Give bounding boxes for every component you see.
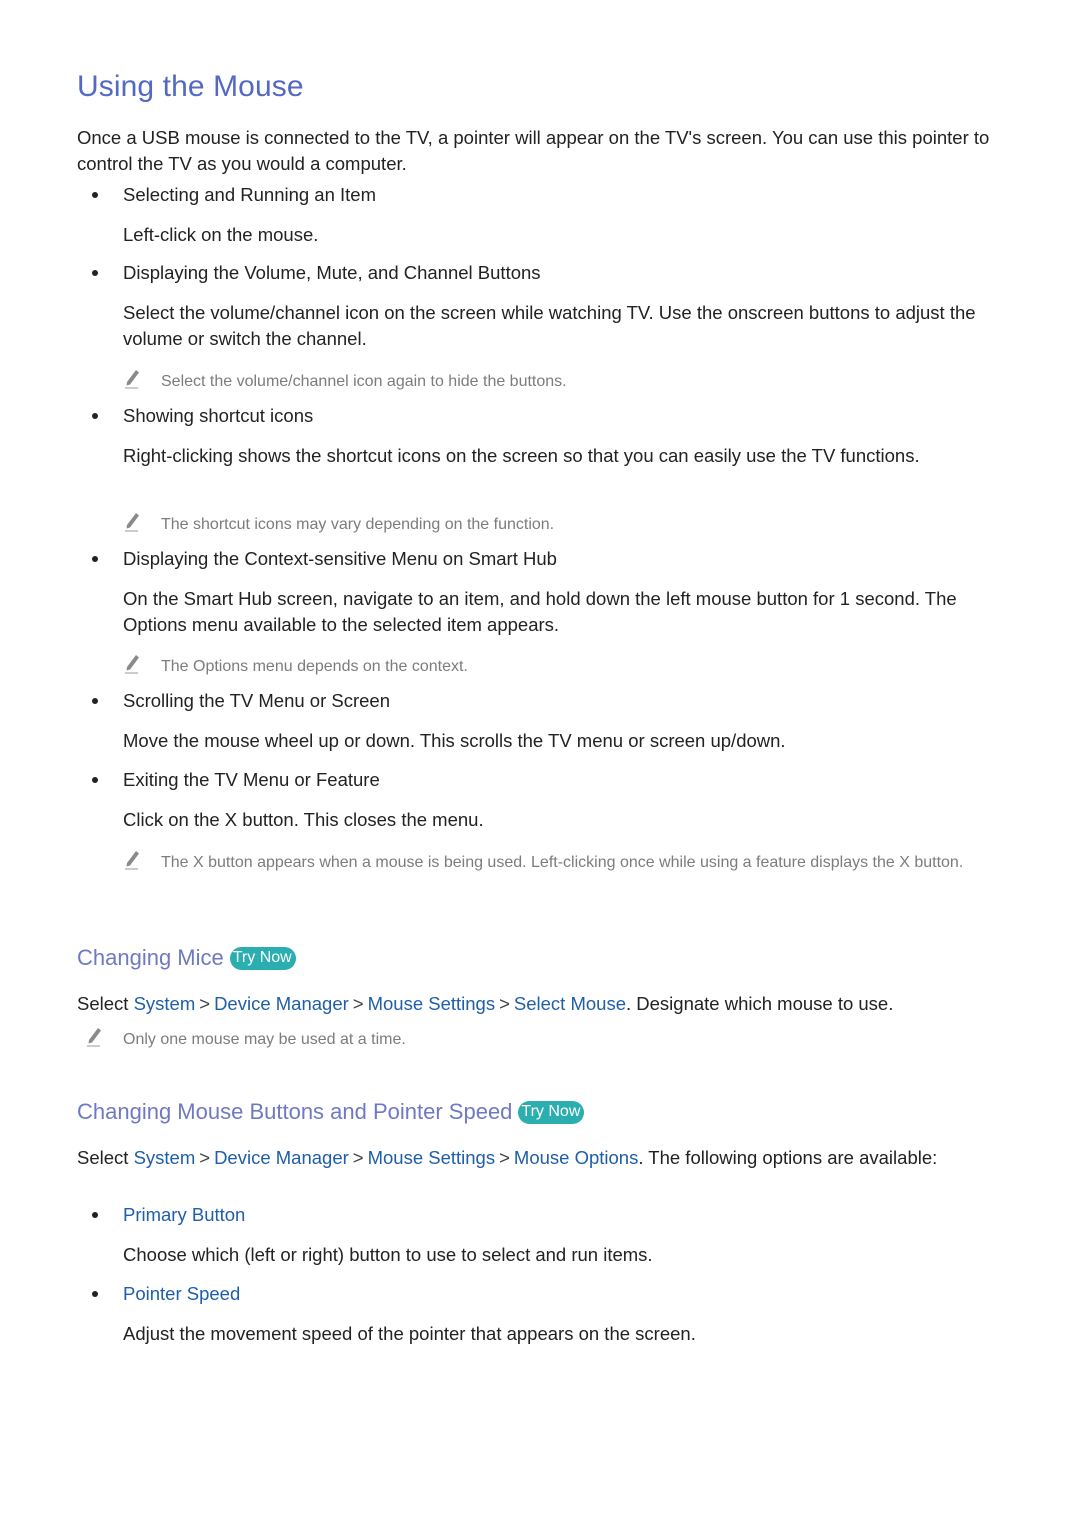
path-link-system[interactable]: System — [134, 993, 196, 1014]
item-heading-text: Scrolling the TV Menu or Screen — [123, 690, 391, 711]
bullet-icon — [92, 777, 98, 783]
path-link-device-manager[interactable]: Device Manager — [214, 1147, 349, 1168]
list-item-heading: Scrolling the TV Menu or Screen — [92, 690, 390, 712]
list-item-heading: Selecting and Running an Item — [92, 184, 376, 206]
pencil-icon — [123, 370, 161, 393]
item-heading-text: Displaying the Context-sensitive Menu on… — [123, 548, 557, 569]
note: The shortcut icons may vary depending on… — [123, 513, 1003, 536]
bullet-icon — [92, 413, 98, 419]
chevron-right-icon: > — [352, 993, 364, 1014]
option-description: Choose which (left or right) button to u… — [123, 1244, 653, 1265]
path-link-device-manager[interactable]: Device Manager — [214, 993, 349, 1014]
option-item-heading: Primary Button — [92, 1204, 245, 1226]
chevron-right-icon: > — [499, 1147, 510, 1168]
bullet-icon — [92, 1291, 98, 1297]
section-heading-mouse-buttons: Changing Mouse Buttons and Pointer Speed… — [77, 1099, 585, 1125]
path-link-system[interactable]: System — [134, 1147, 196, 1168]
select-label: Select — [77, 1147, 129, 1168]
item-description: Move the mouse wheel up or down. This sc… — [123, 730, 786, 751]
bullet-icon — [92, 1212, 98, 1218]
select-label: Select — [77, 993, 129, 1014]
pencil-icon — [123, 851, 161, 874]
note: The Options menu depends on the context. — [123, 655, 1003, 678]
list-item-heading: Showing shortcut icons — [92, 405, 313, 427]
bullet-icon — [92, 192, 98, 198]
pencil-icon — [123, 655, 161, 678]
chevron-right-icon: > — [352, 1147, 364, 1168]
item-heading-text: Displaying the Volume, Mute, and Channel… — [123, 262, 541, 283]
note-text: Select the volume/channel icon again to … — [161, 373, 567, 390]
note-text: The Options menu depends on the context. — [161, 658, 468, 675]
item-heading-text: Showing shortcut icons — [123, 405, 314, 426]
try-now-button[interactable]: Try Now — [518, 1100, 585, 1124]
path-link-mouse-options[interactable]: Mouse Options — [514, 1147, 638, 1168]
list-item-heading: Exiting the TV Menu or Feature — [92, 769, 380, 791]
note: Select the volume/channel icon again to … — [123, 370, 1003, 393]
item-description: Select the volume/channel icon on the sc… — [123, 302, 976, 349]
list-item-heading: Displaying the Context-sensitive Menu on… — [92, 548, 557, 570]
menu-path: Select System > Device Manager > Mouse Setti… — [77, 991, 1007, 1017]
note-text: Only one mouse may be used at a time. — [123, 1031, 406, 1048]
list-item-heading: Displaying the Volume, Mute, and Channel… — [92, 262, 541, 284]
path-suffix: . The following options are available: — [638, 1147, 938, 1168]
chevron-right-icon: > — [199, 993, 211, 1014]
item-heading-text: Exiting the TV Menu or Feature — [123, 769, 380, 790]
option-description: Adjust the movement speed of the pointer… — [123, 1323, 696, 1344]
item-description: Left-click on the mouse. — [123, 224, 319, 245]
option-name-pointer-speed[interactable]: Pointer Speed — [123, 1283, 240, 1305]
bullet-icon — [92, 556, 98, 562]
page-title: Using the Mouse — [77, 70, 304, 103]
path-link-mouse-settings[interactable]: Mouse Settings — [368, 993, 496, 1014]
item-description: Click on the X button. This closes the m… — [123, 809, 484, 830]
item-heading-text: Selecting and Running an Item — [123, 184, 377, 205]
intro-paragraph: Once a USB mouse is connected to the TV,… — [77, 127, 990, 174]
note: Only one mouse may be used at a time. — [85, 1028, 406, 1051]
path-suffix: . Designate which mouse to use. — [626, 993, 894, 1014]
section-title: Changing Mice — [77, 945, 224, 970]
section-title: Changing Mouse Buttons and Pointer Speed — [77, 1099, 513, 1124]
item-description: On the Smart Hub screen, navigate to an … — [123, 588, 957, 635]
bullet-icon — [92, 270, 98, 276]
path-link-mouse-settings[interactable]: Mouse Settings — [368, 1147, 496, 1168]
chevron-right-icon: > — [199, 1147, 211, 1168]
note-text: The shortcut icons may vary depending on… — [161, 516, 555, 533]
chevron-right-icon: > — [499, 993, 510, 1014]
option-item-heading: Pointer Speed — [92, 1283, 240, 1305]
section-heading-changing-mice: Changing Mice Try Now — [77, 945, 296, 971]
path-link-select-mouse[interactable]: Select Mouse — [514, 993, 626, 1014]
pencil-icon — [123, 513, 161, 536]
menu-path: Select System > Device Manager > Mouse Setti… — [77, 1145, 977, 1171]
note-text: The X button appears when a mouse is bei… — [161, 854, 964, 871]
try-now-button[interactable]: Try Now — [229, 946, 296, 970]
option-name-primary-button[interactable]: Primary Button — [123, 1204, 245, 1226]
pencil-icon — [85, 1028, 123, 1051]
item-description: Right-clicking shows the shortcut icons … — [123, 445, 920, 466]
note: The X button appears when a mouse is bei… — [123, 851, 993, 874]
bullet-icon — [92, 698, 98, 704]
